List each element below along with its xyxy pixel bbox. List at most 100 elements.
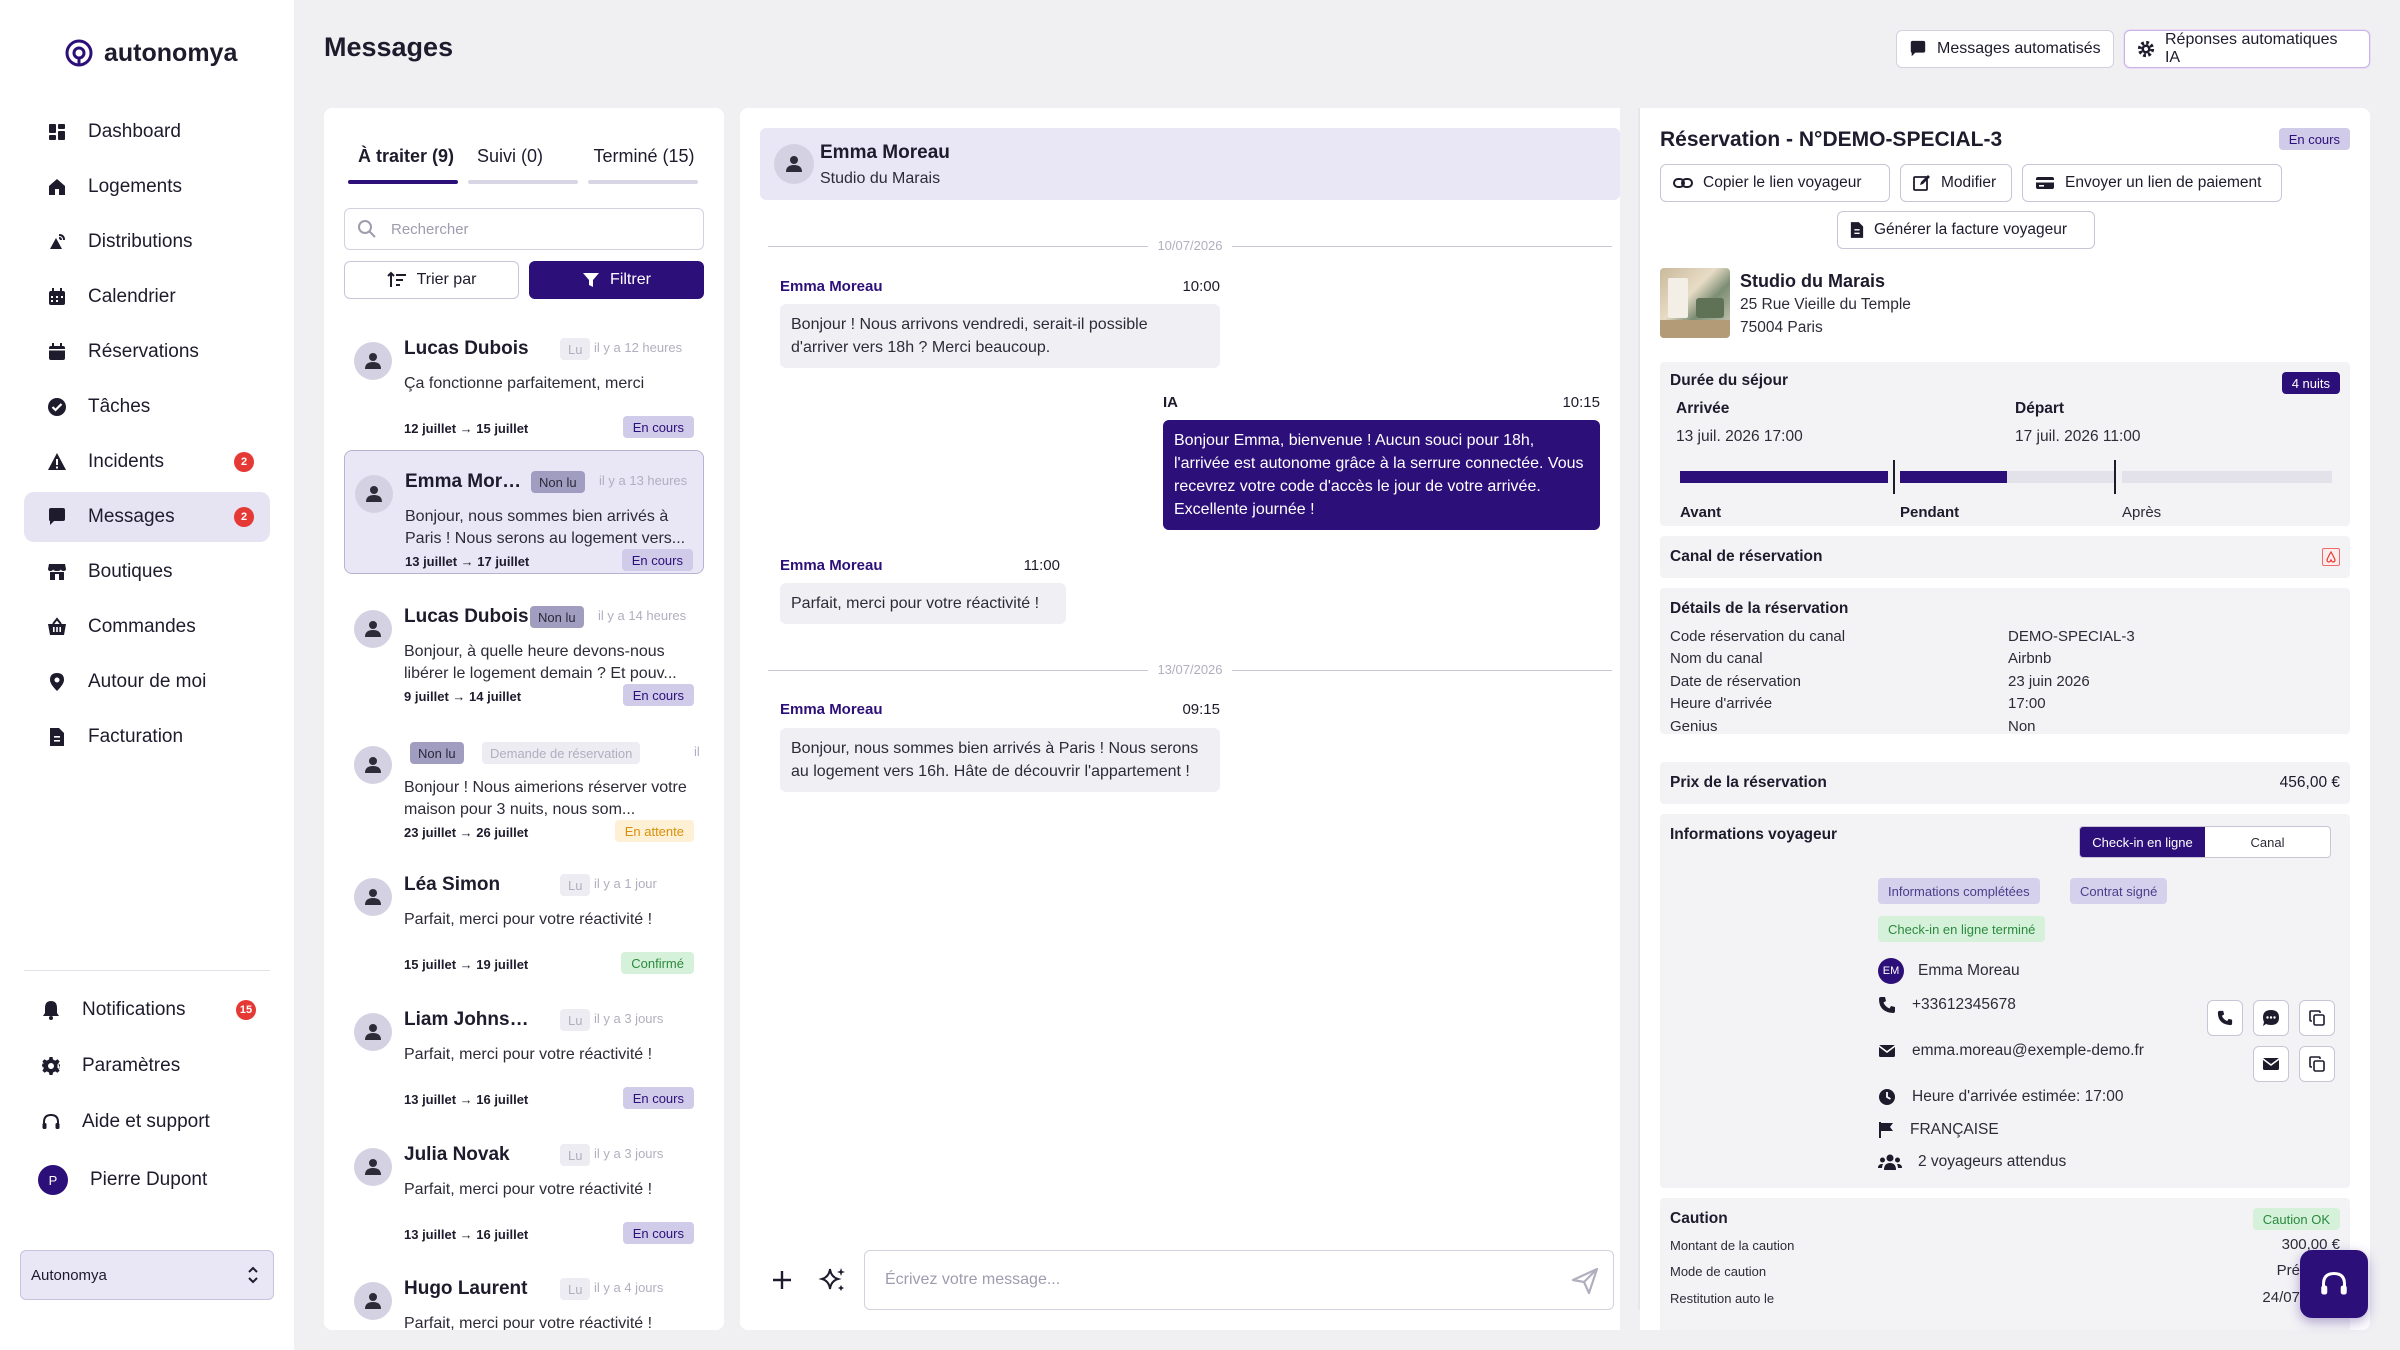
mail-icon bbox=[2262, 1058, 2280, 1070]
tab-termine[interactable]: Terminé (15) bbox=[588, 146, 700, 167]
detail-key: Code réservation du canal bbox=[1670, 628, 1846, 645]
tab-suivi[interactable]: Suivi (0) bbox=[468, 146, 552, 167]
read-status-badge: Lu bbox=[560, 338, 591, 360]
sidebar-item-facturation[interactable]: Facturation bbox=[24, 712, 270, 762]
message-input[interactable]: Écrivez votre message... bbox=[864, 1250, 1614, 1310]
app-logo[interactable]: autonomya bbox=[64, 38, 237, 68]
sidebar-item-notifications[interactable]: Notifications 15 bbox=[40, 990, 270, 1030]
sidebar-item-taches[interactable]: Tâches bbox=[24, 382, 270, 432]
guest-email[interactable]: emma.moreau@exemple-demo.fr bbox=[1912, 1042, 2144, 1060]
chat-header[interactable]: Emma Moreau Studio du Marais bbox=[760, 128, 1620, 200]
conversation-item[interactable]: Hugo Laurent Lu il y a 4 jours Parfait, mer… bbox=[344, 1258, 704, 1330]
property-name: Studio du Marais bbox=[1740, 271, 1886, 291]
sidebar-item-boutiques[interactable]: Boutiques bbox=[24, 547, 270, 597]
conversation-item[interactable]: Non lu Demande de réservation il Bonjour ! … bbox=[344, 722, 704, 846]
conversation-item[interactable]: Lucas Dubois Lu il y a 12 heures Ça fonctio… bbox=[344, 318, 704, 442]
sidebar-item-calendrier[interactable]: Calendrier bbox=[24, 272, 270, 322]
copy-phone-button[interactable] bbox=[2299, 1000, 2335, 1036]
conversation-item[interactable]: Liam Johnson Lu il y a 3 jours Parfait, mer… bbox=[344, 989, 704, 1113]
phase-after-bar bbox=[2122, 471, 2332, 483]
email-button[interactable] bbox=[2253, 1046, 2289, 1082]
ai-assist-button[interactable] bbox=[818, 1265, 848, 1295]
copy-guest-link-button[interactable]: Copier le lien voyageur bbox=[1660, 164, 1890, 202]
conversation-item[interactable]: Emma Moreau Non lu il y a 13 heures Bonjour… bbox=[344, 450, 704, 574]
message-meta: IA 10:15 bbox=[1163, 394, 1600, 411]
guest-info-toggle[interactable]: Check-in en ligne Canal bbox=[2079, 826, 2331, 858]
search-input[interactable]: Rechercher bbox=[344, 208, 704, 250]
conversation-dates: 23 juillet → 26 juillet bbox=[404, 825, 529, 840]
filter-button[interactable]: Filtrer bbox=[529, 261, 704, 299]
send-icon[interactable] bbox=[1571, 1267, 1599, 1295]
message-bubble-incoming: Bonjour, nous sommes bien arrivés à Pari… bbox=[780, 728, 1220, 792]
ai-auto-replies-label: Réponses automatiques IA bbox=[2164, 31, 2338, 66]
sidebar-item-parametres[interactable]: Paramètres bbox=[40, 1046, 270, 1086]
conversation-item[interactable]: Lucas Dubois Non lu il y a 14 heures Bonjou… bbox=[344, 586, 704, 710]
sidebar-item-label: Tâches bbox=[88, 396, 151, 417]
sidebar-item-logements[interactable]: Logements bbox=[24, 162, 270, 212]
phase-during-fill bbox=[1900, 471, 2007, 483]
avatar bbox=[354, 878, 392, 916]
support-chat-button[interactable] bbox=[2300, 1250, 2368, 1318]
sidebar-item-distributions[interactable]: Distributions bbox=[24, 217, 270, 267]
chat-panel: Emma Moreau Studio du Marais 10/07/2026 … bbox=[740, 108, 1620, 1330]
day-separator: 13/07/2026 bbox=[768, 660, 1612, 680]
sidebar-item-aide[interactable]: Aide et support bbox=[40, 1102, 270, 1142]
ai-auto-replies-button[interactable]: Réponses automatiques IA bbox=[2124, 30, 2370, 68]
sidebar-item-label: Notifications bbox=[82, 999, 186, 1020]
deposit-key: Mode de caution bbox=[1670, 1264, 1767, 1279]
notifications-count-badge: 15 bbox=[236, 1000, 256, 1020]
phase-before-label: Avant bbox=[1680, 504, 1722, 521]
tab-indicator bbox=[588, 180, 698, 184]
sidebar-item-dashboard[interactable]: Dashboard bbox=[24, 107, 270, 157]
copy-email-button[interactable] bbox=[2299, 1046, 2335, 1082]
organization-select[interactable]: Autonomya bbox=[20, 1250, 274, 1300]
conversation-preview: Parfait, merci pour votre réactivité ! bbox=[404, 911, 653, 928]
edit-button[interactable]: Modifier bbox=[1900, 164, 2012, 202]
sidebar-item-messages[interactable]: Messages 2 bbox=[24, 492, 270, 542]
sms-button[interactable] bbox=[2253, 1000, 2289, 1036]
conversation-name: Lucas Dubois bbox=[404, 338, 529, 359]
message-meta: Emma Moreau 09:15 bbox=[780, 701, 1220, 718]
sort-button[interactable]: Trier par bbox=[344, 261, 519, 299]
user-profile[interactable]: P Pierre Dupont bbox=[38, 1160, 270, 1200]
guest-phone[interactable]: +33612345678 bbox=[1912, 996, 2016, 1014]
phase-during-label: Pendant bbox=[1900, 504, 1960, 521]
departure-value: 17 juil. 2026 11:00 bbox=[2015, 428, 2141, 445]
guest-eta: Heure d'arrivée estimée: 17:00 bbox=[1912, 1088, 2124, 1105]
detail-key: Date de réservation bbox=[1670, 673, 1801, 690]
basket-icon bbox=[46, 616, 68, 638]
conversation-dates: 12 juillet → 15 juillet bbox=[404, 421, 529, 436]
message-meta: Emma Moreau 11:00 bbox=[780, 557, 1060, 574]
toggle-channel[interactable]: Canal bbox=[2205, 827, 2330, 857]
sidebar-item-label: Boutiques bbox=[88, 561, 173, 582]
conversation-preview: Parfait, merci pour votre réactivité ! bbox=[404, 1046, 653, 1063]
message-bubble-incoming: Parfait, merci pour votre réactivité ! bbox=[780, 583, 1066, 624]
sidebar-item-autour-de-moi[interactable]: Autour de moi bbox=[24, 657, 270, 707]
status-chip: Informations complétées bbox=[1878, 878, 2040, 904]
call-button[interactable] bbox=[2207, 1000, 2243, 1036]
automated-messages-button[interactable]: Messages automatisés bbox=[1896, 30, 2114, 68]
toggle-online-checkin[interactable]: Check-in en ligne bbox=[2080, 827, 2205, 857]
conversation-preview: Bonjour, nous sommes bien arrivés à Pari… bbox=[405, 508, 686, 547]
sidebar-item-commandes[interactable]: Commandes bbox=[24, 602, 270, 652]
message-meta: Emma Moreau 10:00 bbox=[780, 278, 1220, 295]
person-icon bbox=[365, 889, 381, 905]
conversation-item[interactable]: Léa Simon Lu il y a 1 jour Parfait, merci p… bbox=[344, 854, 704, 978]
conversation-list-panel: À traiter (9) Suivi (0) Terminé (15) Rec… bbox=[324, 108, 724, 1330]
avatar bbox=[774, 144, 814, 184]
sidebar-item-incidents[interactable]: Incidents 2 bbox=[24, 437, 270, 487]
conversation-dates: 9 juillet → 14 juillet bbox=[404, 689, 522, 704]
send-payment-link-button[interactable]: Envoyer un lien de paiement bbox=[2022, 164, 2282, 202]
reservation-details-section: Détails de la réservation Code réservati… bbox=[1660, 588, 2350, 735]
tab-a-traiter[interactable]: À traiter (9) bbox=[354, 146, 458, 167]
conversation-time: il y a 13 heures bbox=[599, 473, 688, 488]
add-attachment-button[interactable] bbox=[770, 1268, 794, 1292]
avatar bbox=[354, 746, 392, 784]
generate-invoice-button[interactable]: Générer la facture voyageur bbox=[1837, 211, 2095, 249]
conversation-item[interactable]: Julia Novak Lu il y a 3 jours Parfait, merc… bbox=[344, 1124, 704, 1248]
phase-during-bar bbox=[1900, 471, 2114, 483]
sidebar-item-reservations[interactable]: Réservations bbox=[24, 327, 270, 377]
sort-label: Trier par bbox=[416, 271, 477, 288]
gear-icon bbox=[2137, 40, 2155, 58]
person-icon bbox=[365, 1024, 381, 1040]
